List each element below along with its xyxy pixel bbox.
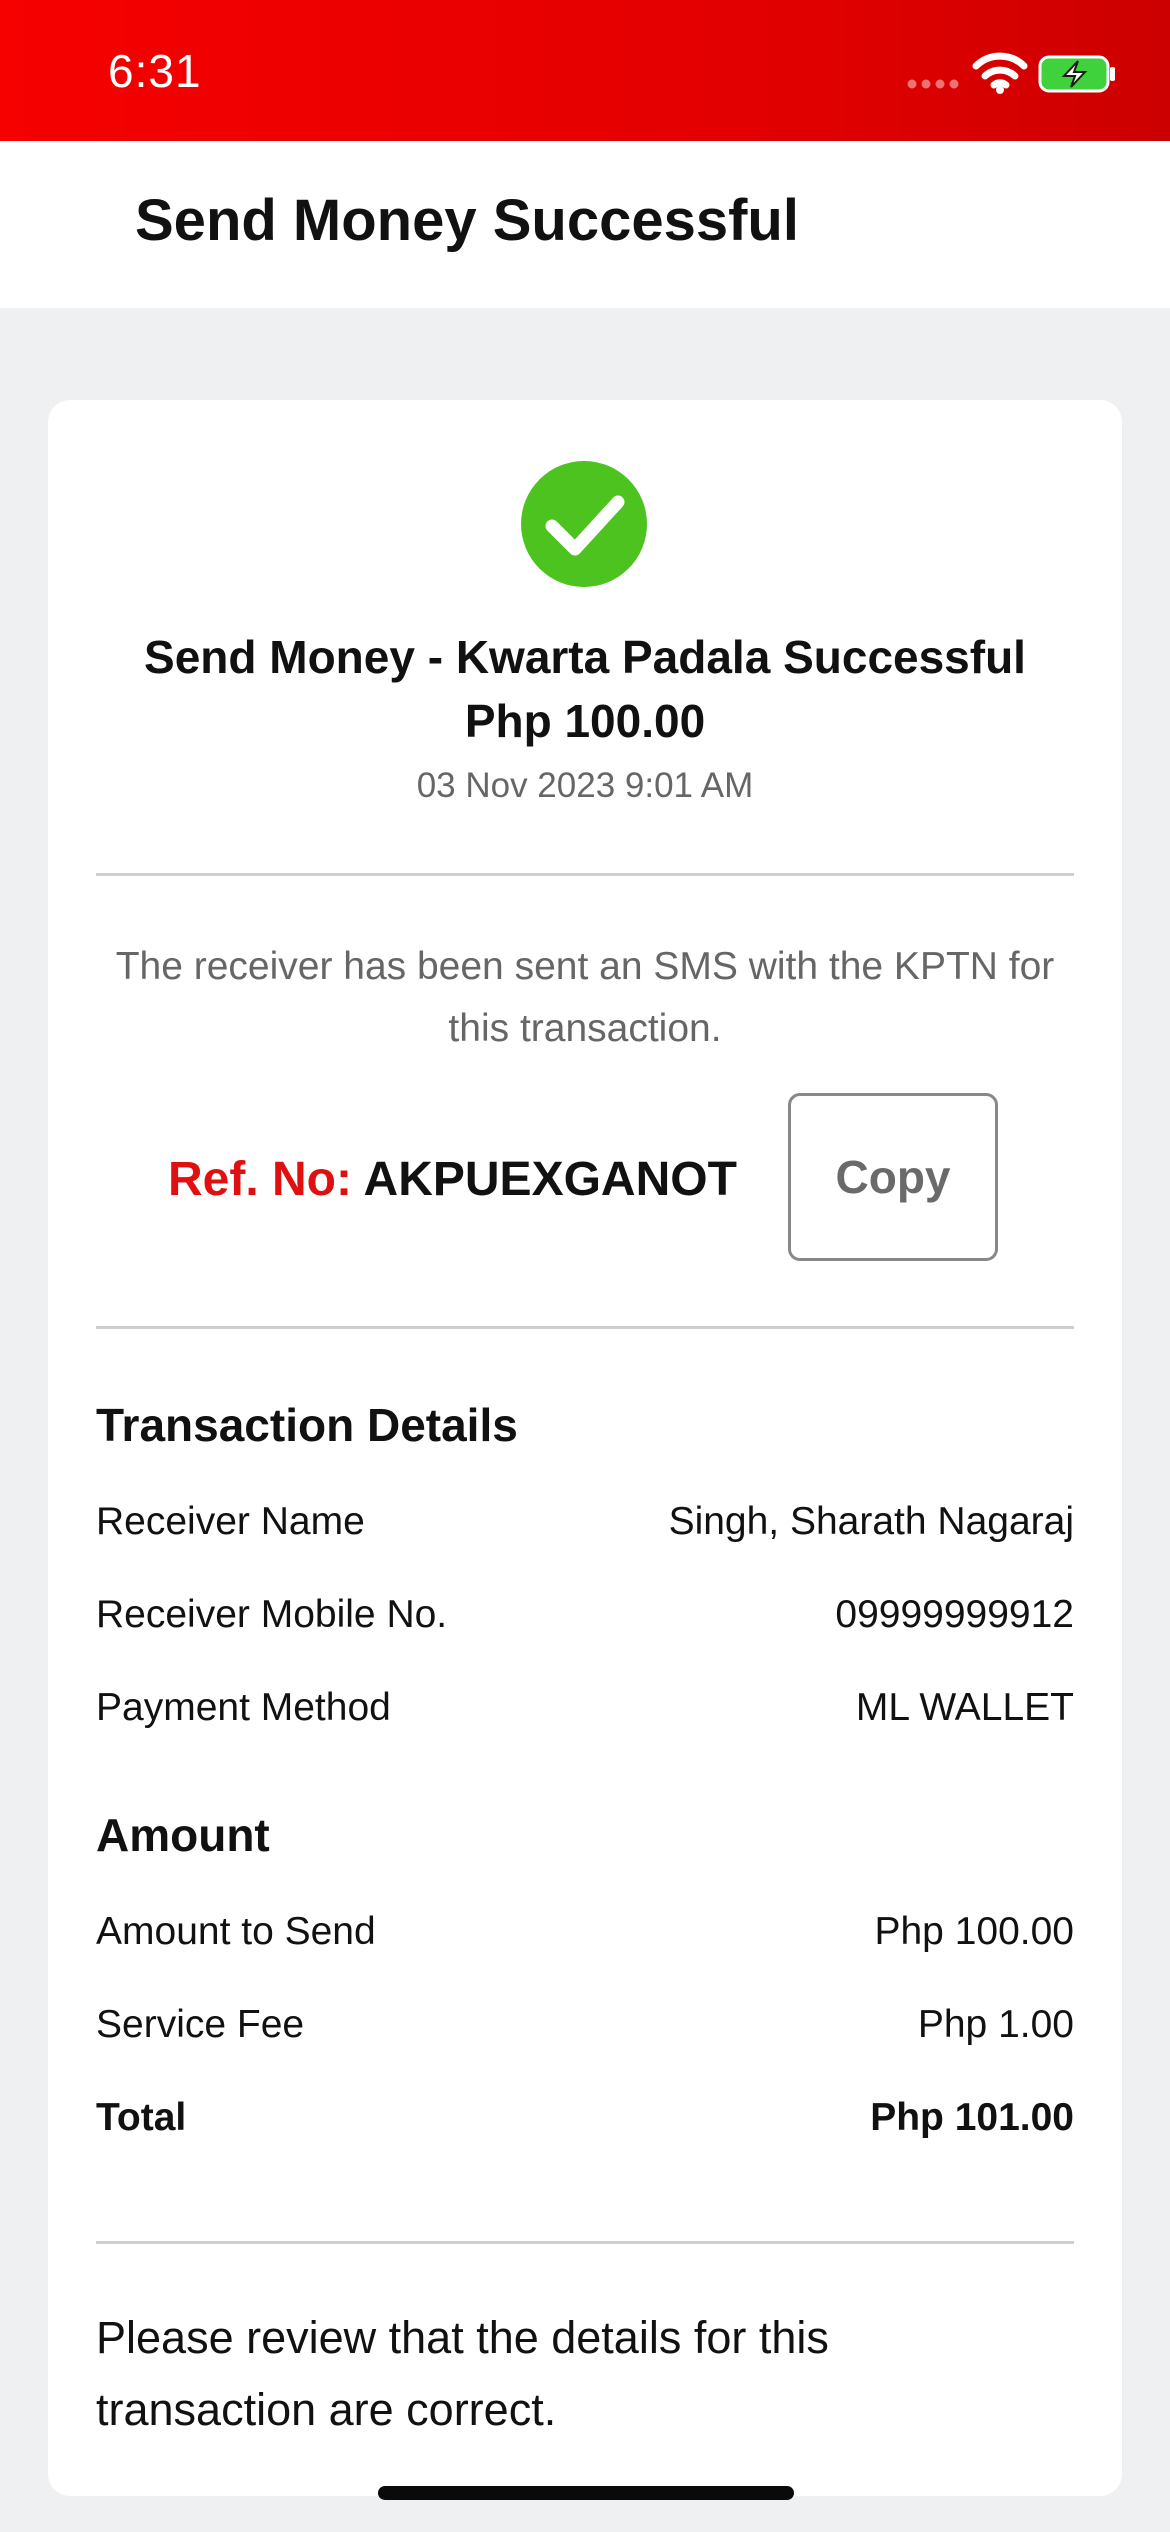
transaction-details-title: Transaction Details: [96, 1399, 518, 1451]
amount-label: Service Fee: [96, 2003, 305, 2046]
total-value: Php 101.00: [870, 2096, 1074, 2139]
amount-value: Php 1.00: [917, 2003, 1074, 2046]
checkmark-circle-icon: [521, 461, 647, 587]
amount-row-service-fee: Service Fee Php 1.00: [96, 2003, 1074, 2047]
detail-row-payment-method: Payment Method ML WALLET: [96, 1686, 1074, 1730]
detail-label: Payment Method: [96, 1686, 391, 1729]
status-bar: 6:31: [0, 0, 1170, 141]
amount-value: Php 100.00: [874, 1910, 1074, 1953]
detail-label: Receiver Mobile No.: [96, 1593, 448, 1636]
amount-row-total: Total Php 101.00: [96, 2096, 1074, 2140]
detail-value: Singh, Sharath Nagaraj: [668, 1500, 1074, 1543]
detail-label: Receiver Name: [96, 1500, 365, 1543]
signal-icon: [907, 79, 959, 89]
home-indicator[interactable]: [378, 2486, 794, 2500]
transaction-date: 03 Nov 2023 9:01 AM: [416, 766, 754, 805]
total-label: Total: [96, 2096, 187, 2139]
sms-note: The receiver has been sent an SMS with t…: [115, 945, 1055, 1050]
divider: [96, 873, 1074, 876]
ref-label: Ref. No:: [168, 1153, 352, 1206]
amount-row-to-send: Amount to Send Php 100.00: [96, 1910, 1074, 1954]
amount-section-title: Amount: [96, 1809, 270, 1861]
status-time: 6:31: [108, 45, 202, 97]
detail-row-receiver-name: Receiver Name Singh, Sharath Nagaraj: [96, 1500, 1074, 1544]
wifi-icon: [972, 52, 1028, 94]
detail-row-receiver-mobile: Receiver Mobile No. 09999999912: [96, 1593, 1074, 1637]
detail-value: 09999999912: [835, 1593, 1074, 1636]
detail-value: ML WALLET: [855, 1686, 1074, 1729]
reference-number: Ref. No: AKPUEXGANOT: [168, 1152, 737, 1207]
divider: [96, 1326, 1074, 1329]
ref-value: AKPUEXGANOT: [363, 1153, 737, 1206]
amount-label: Amount to Send: [96, 1910, 376, 1953]
success-headline: Send Money - Kwarta Padala Successful: [144, 631, 1026, 683]
battery-charging-icon: [1038, 55, 1115, 93]
navigation-bar: Send Money Successful: [0, 141, 1170, 308]
copy-button[interactable]: Copy: [788, 1093, 998, 1261]
receipt-card: Send Money - Kwarta Padala Successful Ph…: [48, 400, 1122, 2496]
sent-amount: Php 100.00: [464, 695, 706, 747]
page-title: Send Money Successful: [135, 188, 799, 253]
review-note: Please review that the details for this …: [96, 2312, 829, 2435]
divider: [96, 2241, 1074, 2244]
